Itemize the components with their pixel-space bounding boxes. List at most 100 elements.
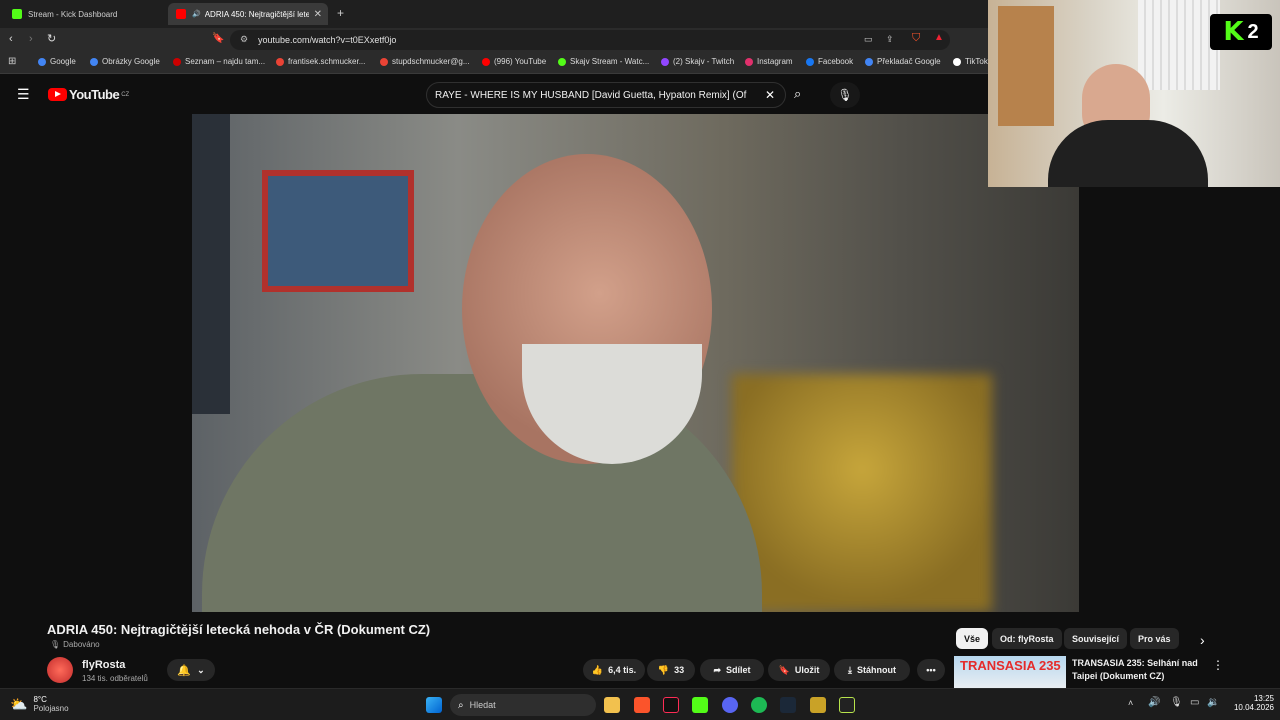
- bookmark-youtube[interactable]: (996) YouTube: [482, 57, 546, 66]
- video-title: ADRIA 450: Nejtragičtější letecká nehoda…: [47, 622, 431, 637]
- cast-icon[interactable]: ▭: [864, 34, 873, 45]
- search-icon: ⌕: [458, 699, 464, 711]
- media-app-icon[interactable]: [839, 697, 855, 713]
- tab-youtube-video[interactable]: 🔊 ADRIA 450: Nejtragičtější letecká ✕: [168, 3, 328, 25]
- back-icon[interactable]: ‹: [9, 33, 13, 45]
- chip-all[interactable]: Vše: [956, 628, 989, 649]
- tray-chevron-icon[interactable]: ˄: [1128, 698, 1133, 708]
- microphone-icon[interactable]: 🎙: [1170, 697, 1183, 708]
- channel-name[interactable]: flyRosta: [82, 659, 125, 671]
- bookmark-kick[interactable]: Skajv Stream - Watc...: [558, 57, 649, 66]
- search-input[interactable]: RAYE - WHERE IS MY HUSBAND [David Guetta…: [426, 82, 786, 108]
- url-text: youtube.com/watch?v=t0EXxetf0jo: [258, 35, 397, 45]
- tiktok-icon: [953, 57, 961, 66]
- search-query-text: RAYE - WHERE IS MY HUSBAND [David Guetta…: [435, 90, 747, 101]
- bookmark-gmail-2[interactable]: stupdschmucker@g...: [380, 57, 469, 66]
- save-button[interactable]: 🔖 Uložit: [768, 659, 830, 681]
- bookmark-facebook[interactable]: Facebook: [806, 57, 853, 66]
- bookmark-twitch[interactable]: (2) Skajv - Twitch: [661, 57, 734, 66]
- chevron-right-icon[interactable]: ›: [1200, 632, 1205, 648]
- taskbar-search[interactable]: ⌕ Hledat: [450, 694, 596, 716]
- bell-icon: 🔔: [177, 664, 192, 677]
- streamer-shirt: [1048, 120, 1208, 187]
- tab-label: ADRIA 450: Nejtragičtější letecká: [204, 9, 309, 19]
- chip-related[interactable]: Související: [1064, 628, 1128, 649]
- window-blinds: [1138, 0, 1220, 90]
- armchair: [732, 374, 992, 612]
- share-icon[interactable]: ⇪: [886, 34, 894, 45]
- voice-search-icon[interactable]: 🎙: [830, 82, 860, 108]
- bookmark-google[interactable]: Google: [38, 57, 76, 66]
- instagram-icon: [745, 57, 753, 66]
- more-actions-button[interactable]: •••: [917, 659, 945, 681]
- address-bar[interactable]: ⚙ youtube.com/watch?v=t0EXxetf0jo ▭ ⇪: [230, 30, 950, 50]
- bookmark-gmail-1[interactable]: frantisek.schmucker...: [276, 57, 365, 66]
- share-button[interactable]: ➦ Sdílet: [700, 659, 764, 681]
- country-code: CZ: [121, 91, 130, 98]
- bookmark-icon[interactable]: 🔖: [212, 33, 224, 44]
- youtube-logo[interactable]: YouTube CZ: [48, 87, 129, 102]
- search-icon[interactable]: ⌕: [794, 86, 801, 102]
- game-app-icon[interactable]: [810, 697, 826, 713]
- dislike-button[interactable]: 👎 33: [647, 659, 695, 681]
- clear-search-icon[interactable]: ✕: [765, 88, 775, 102]
- translate-icon: [865, 57, 873, 66]
- volume-icon[interactable]: 🔉: [1207, 697, 1219, 708]
- gmail-icon: [276, 57, 284, 66]
- kick-icon: [558, 57, 566, 66]
- thumbnail-text: TRANSASIA 235: [960, 658, 1061, 673]
- apps-grid-icon[interactable]: ⊞: [8, 56, 16, 67]
- notification-bell-button[interactable]: 🔔 ⌄: [167, 659, 215, 681]
- bookmark-instagram[interactable]: Instagram: [745, 57, 793, 66]
- bookmark-seznam[interactable]: Seznam – najdu tam...: [173, 57, 265, 66]
- share-arrow-icon: ➦: [713, 664, 722, 675]
- wall-shadow: [192, 114, 230, 414]
- recommended-title[interactable]: TRANSASIA 235: Selhání nad Taipei (Dokum…: [1072, 657, 1204, 683]
- weather-desc: Polojasno: [33, 704, 69, 713]
- file-explorer-icon[interactable]: [604, 697, 620, 713]
- gmail-icon: [380, 57, 388, 66]
- webcam-overlay: K 2: [988, 0, 1280, 187]
- channel-avatar[interactable]: [47, 657, 73, 683]
- weather-widget[interactable]: ⛅ 8°C Polojasno: [10, 695, 69, 713]
- chip-from-channel[interactable]: Od: flyRosta: [992, 628, 1062, 649]
- bookmark-tiktok[interactable]: TikTok: [953, 57, 988, 66]
- discord-icon[interactable]: [722, 697, 738, 713]
- network-icon[interactable]: ▭: [1190, 697, 1199, 708]
- clock[interactable]: 13:25 10.04.2026: [1224, 694, 1274, 712]
- download-button[interactable]: ⤓ Stáhnout: [834, 659, 910, 681]
- forward-icon[interactable]: ›: [29, 33, 33, 45]
- reload-icon[interactable]: ↻: [47, 32, 56, 45]
- site-info-icon[interactable]: ⚙: [240, 34, 248, 45]
- tab-kick-dashboard[interactable]: Stream - Kick Dashboard: [4, 3, 164, 25]
- brave-rewards-icon[interactable]: ▲: [934, 32, 944, 43]
- clock-time: 13:25: [1253, 694, 1274, 703]
- kick-app-icon[interactable]: [692, 697, 708, 713]
- kick-icon: [12, 9, 22, 19]
- spotify-icon[interactable]: [751, 697, 767, 713]
- bookmark-google-images[interactable]: Obrázky Google: [90, 57, 160, 66]
- close-tab-icon[interactable]: ✕: [314, 9, 322, 20]
- thumbs-up-icon: 👍: [591, 664, 604, 675]
- steam-icon[interactable]: [780, 697, 796, 713]
- brave-browser-icon[interactable]: [634, 697, 650, 713]
- recommended-menu-icon[interactable]: ⋮: [1212, 658, 1224, 672]
- windows-start-icon[interactable]: [426, 697, 442, 713]
- video-player[interactable]: [192, 114, 1079, 612]
- bookmark-translate[interactable]: Překladač Google: [865, 57, 941, 66]
- menu-icon[interactable]: ☰: [17, 86, 30, 103]
- kick-logo: K: [1223, 17, 1244, 47]
- youtube-play-icon: [48, 88, 67, 101]
- tab-label: Stream - Kick Dashboard: [28, 9, 118, 19]
- google-icon: [38, 57, 46, 66]
- speaker-icon[interactable]: 🔊: [1148, 697, 1160, 708]
- facebook-icon: [806, 57, 814, 66]
- chip-for-you[interactable]: Pro vás: [1130, 628, 1179, 649]
- recommended-thumbnail[interactable]: TRANSASIA 235: [954, 656, 1066, 688]
- like-button[interactable]: 👍 6,4 tis.: [583, 659, 645, 681]
- dubbed-icon: 🎙: [50, 640, 61, 649]
- new-tab-button[interactable]: +: [337, 6, 344, 20]
- more-icon: •••: [926, 665, 936, 675]
- tiktok-app-icon[interactable]: [663, 697, 679, 713]
- brave-shield-icon[interactable]: ⛉: [912, 32, 920, 45]
